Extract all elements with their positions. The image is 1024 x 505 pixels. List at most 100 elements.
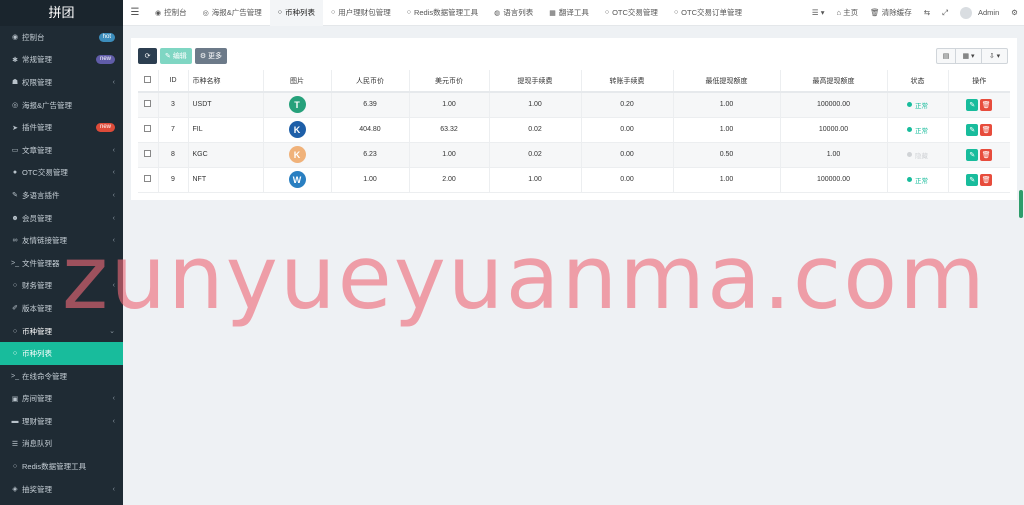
sidebar-item[interactable]: ○ 币种列表: [0, 342, 123, 365]
coin-logo-icon[interactable]: W: [288, 171, 306, 188]
translate-icon[interactable]: ⇆: [918, 8, 936, 17]
delete-row-button[interactable]: 🗑: [980, 98, 993, 111]
sidebar-item[interactable]: ✱ 常规管理 new: [0, 49, 123, 72]
coin-logo-icon[interactable]: T: [288, 96, 306, 114]
withdraw-fee-cell: 0.02: [489, 142, 582, 168]
edit-icon: ✐: [12, 305, 18, 313]
home-link[interactable]: ⌂ 主页: [830, 7, 864, 18]
sidebar-item[interactable]: ◎ 海报&广告管理: [0, 94, 123, 117]
circle-outline-icon: ○: [673, 9, 679, 16]
tab[interactable]: ○ 用户理财包管理: [323, 0, 399, 26]
sidebar-item-label: OTC交易管理: [22, 168, 68, 178]
menu-toggle-icon[interactable]: ☰: [123, 7, 147, 18]
status-badge: 隐藏: [907, 150, 928, 160]
tab[interactable]: ○ OTC交易管理: [597, 0, 666, 26]
min-withdraw-cell: 1.00: [673, 117, 781, 143]
tab[interactable]: ○ Redis数据管理工具: [399, 0, 486, 26]
admin-user-menu[interactable]: Admin: [954, 6, 1005, 19]
settings-gear-icon[interactable]: ⚙: [1005, 8, 1024, 17]
menu-dropdown-button[interactable]: ☰ ▾: [806, 8, 831, 17]
edit-row-button[interactable]: ✎: [966, 98, 979, 111]
withdraw-fee-cell: 0.02: [489, 117, 582, 143]
sidebar-item[interactable]: ✎ 多语言插件 ‹: [0, 184, 123, 207]
sidebar-item-label: 权限管理: [22, 77, 52, 87]
row-checkbox[interactable]: [144, 150, 152, 157]
sidebar-item[interactable]: ▣ 房间管理 ‹: [0, 388, 123, 411]
row-checkbox[interactable]: [144, 100, 152, 108]
sidebar-item-label: 控制台: [22, 32, 45, 42]
sidebar-item[interactable]: ◈ 抽奖管理 ‹: [0, 478, 123, 501]
tab[interactable]: ○ 币种列表: [269, 0, 323, 26]
sidebar-item[interactable]: >_ 在线命令管理: [0, 365, 123, 388]
sidebar-item-label: 插件管理: [22, 123, 52, 133]
clear-cache-link[interactable]: 🗑 清除缓存: [864, 7, 918, 18]
terminal-icon: >_: [11, 259, 19, 267]
sidebar-item[interactable]: ○ Redis数据管理工具: [0, 455, 123, 478]
sidebar-item[interactable]: ▭ 文章管理 ‹: [0, 139, 123, 162]
column-header: 提现手续费: [489, 70, 582, 93]
select-all-checkbox[interactable]: [144, 76, 152, 83]
table-tools-right: ▤ ▦ ▾ ⇩ ▾: [936, 48, 1008, 64]
dashboard-icon: ◉: [155, 9, 162, 17]
sidebar-item[interactable]: ☰ 消息队列: [0, 433, 123, 456]
sidebar-item[interactable]: >_ 文件管理器: [0, 252, 123, 275]
more-button[interactable]: ⚙ 更多: [194, 48, 228, 64]
column-header[interactable]: [138, 70, 159, 93]
circle-outline-icon: ○: [12, 282, 18, 290]
sidebar-item-label: 财务管理: [22, 281, 52, 291]
brand-logo[interactable]: 拼团: [0, 0, 123, 26]
sidebar-item[interactable]: ○ 财务管理 ‹: [0, 275, 123, 298]
status-cell: 隐藏: [887, 142, 949, 168]
edit-button[interactable]: ✎ 编辑: [160, 48, 192, 64]
tab-label: OTC交易管理: [612, 8, 658, 17]
refresh-button[interactable]: ⟳: [138, 48, 157, 64]
table-row: 8 KGC K 6.23 1.00 0.02 0.00 0.50 1.00 隐藏 ✎ 🗑: [138, 142, 1010, 168]
tab[interactable]: ◉ 控制台: [147, 0, 195, 26]
chevron-left-icon: ‹: [112, 78, 115, 86]
coin-logo-icon[interactable]: K: [288, 146, 306, 163]
tab-label: Redis数据管理工具: [413, 8, 479, 17]
edit-row-button[interactable]: ✎: [966, 123, 979, 136]
tab[interactable]: ○ OTC交易订单管理: [666, 0, 750, 26]
fullscreen-icon[interactable]: ⤢: [936, 8, 954, 18]
actions-cell: ✎ 🗑: [948, 167, 1010, 193]
sidebar-item[interactable]: ✐ 版本管理: [0, 297, 123, 320]
tab[interactable]: ▦ 翻译工具: [541, 0, 597, 26]
column-header: 币种名称: [188, 70, 264, 93]
toggle-view-button[interactable]: ▤: [936, 48, 956, 64]
sidebar-badge: hot: [98, 32, 115, 42]
min-withdraw-cell: 1.00: [673, 167, 781, 193]
row-select-cell: [138, 92, 159, 118]
coin-logo-icon[interactable]: K: [288, 121, 306, 138]
tab[interactable]: ◍ 语言列表: [486, 0, 541, 26]
sidebar-nav: ◉ 控制台 hot ✱ 常规管理 new ☗ 权限管理 ‹ ◎ 海报&广告管理 ➤ 插件管理 new ▭ 文章…: [0, 26, 123, 500]
export-button[interactable]: ⇩ ▾: [982, 48, 1008, 64]
sidebar-item[interactable]: ○ 币种管理 ⌄: [0, 320, 123, 343]
sidebar-item[interactable]: ◉ 控制台 hot: [0, 26, 123, 49]
row-checkbox[interactable]: [144, 175, 152, 182]
delete-row-button[interactable]: 🗑: [980, 173, 993, 186]
sidebar-item[interactable]: ▬ 理财管理 ‹: [0, 410, 123, 433]
min-withdraw-cell: 1.00: [673, 92, 781, 118]
tab[interactable]: ◎ 海报&广告管理: [195, 0, 270, 26]
page-scrollbar[interactable]: [1019, 190, 1023, 218]
image-cell: K: [263, 117, 332, 143]
edit-row-button[interactable]: ✎: [966, 173, 979, 186]
chevron-left-icon: ‹: [112, 417, 115, 425]
withdraw-fee-cell: 1.00: [489, 92, 582, 118]
sidebar-item[interactable]: ➤ 插件管理 new: [0, 116, 123, 139]
column-header: 美元币价: [409, 70, 490, 93]
sidebar-item[interactable]: ☻ 会员管理 ‹: [0, 207, 123, 230]
max-withdraw-cell: 100000.00: [780, 167, 888, 193]
delete-row-button[interactable]: 🗑: [980, 123, 993, 136]
row-checkbox[interactable]: [144, 125, 152, 132]
edit-row-button[interactable]: ✎: [966, 148, 979, 161]
sidebar-item[interactable]: ∞ 友情链接管理 ‹: [0, 229, 123, 252]
sidebar-item[interactable]: ● OTC交易管理 ‹: [0, 162, 123, 185]
sidebar-item[interactable]: ☗ 权限管理 ‹: [0, 71, 123, 94]
columns-button[interactable]: ▦ ▾: [956, 48, 982, 64]
status-label: 正常: [915, 102, 928, 110]
table-toolbar: ⟳ ✎ 编辑 ⚙ 更多: [138, 48, 228, 64]
delete-row-button[interactable]: 🗑: [980, 148, 993, 161]
table-row: 9 NFT W 1.00 2.00 1.00 0.00 1.00 100000.00 正常 ✎ 🗑: [138, 167, 1010, 193]
